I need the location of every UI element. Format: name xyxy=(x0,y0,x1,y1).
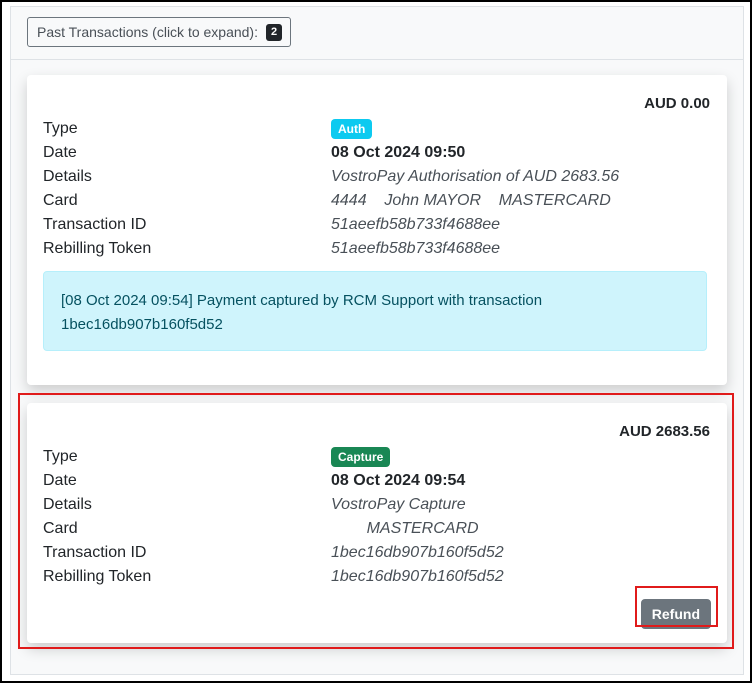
rebilling-token-row: Rebilling Token 51aeefb58b733f4688ee xyxy=(43,237,713,261)
transaction-id-value: 51aeefb58b733f4688ee xyxy=(331,216,501,233)
card-value: 4444 John MAYOR MASTERCARD xyxy=(331,192,611,209)
date-row: Date 08 Oct 2024 09:54 xyxy=(43,469,713,493)
transaction-amount: AUD 2683.56 xyxy=(619,423,710,440)
transaction-card-capture: AUD 2683.56 Type Capture Date 08 Oct 202… xyxy=(27,403,727,643)
type-row: Type Capture xyxy=(43,445,713,469)
type-badge: Capture xyxy=(331,446,391,467)
type-label: Type xyxy=(43,120,78,137)
transaction-amount: AUD 0.00 xyxy=(644,95,710,112)
transaction-count-badge: 2 xyxy=(266,23,283,41)
transaction-id-row: Transaction ID 1bec16db907b160f5d52 xyxy=(43,541,713,565)
card-label: Card xyxy=(43,520,78,537)
details-value: VostroPay Authorisation of AUD 2683.56 xyxy=(331,168,620,185)
card-row: Card MASTERCARD xyxy=(43,517,713,541)
date-value: 08 Oct 2024 09:54 xyxy=(331,472,466,489)
details-row: Details VostroPay Capture xyxy=(43,493,713,517)
rebilling-token-label: Rebilling Token xyxy=(43,240,152,257)
details-label: Details xyxy=(43,496,92,513)
refund-button[interactable]: Refund xyxy=(640,599,711,629)
transaction-id-label: Transaction ID xyxy=(43,544,147,561)
past-transactions-label: Past Transactions (click to expand): xyxy=(37,24,258,40)
details-value: VostroPay Capture xyxy=(331,496,466,513)
date-value: 08 Oct 2024 09:50 xyxy=(331,144,466,161)
details-row: Details VostroPay Authorisation of AUD 2… xyxy=(43,165,713,189)
card-value: MASTERCARD xyxy=(331,520,479,537)
capture-note-line1: [08 Oct 2024 09:54] Payment captured by … xyxy=(61,292,543,309)
type-badge: Auth xyxy=(331,118,373,139)
window-frame: Past Transactions (click to expand): 2 A… xyxy=(0,0,752,683)
transaction-id-value: 1bec16db907b160f5d52 xyxy=(331,544,504,561)
card-row: Card 4444 John MAYOR MASTERCARD xyxy=(43,189,713,213)
type-label: Type xyxy=(43,448,78,465)
capture-note-alert: [08 Oct 2024 09:54] Payment captured by … xyxy=(43,271,707,351)
card-label: Card xyxy=(43,192,78,209)
transaction-card-auth: AUD 0.00 Type Auth Date 08 Oct 2024 09:5… xyxy=(27,75,727,385)
transaction-id-row: Transaction ID 51aeefb58b733f4688ee xyxy=(43,213,713,237)
date-row: Date 08 Oct 2024 09:50 xyxy=(43,141,713,165)
capture-note-line2: 1bec16db907b160f5d52 xyxy=(61,316,223,333)
transactions-panel: Past Transactions (click to expand): 2 A… xyxy=(10,6,744,675)
date-label: Date xyxy=(43,144,77,161)
rebilling-token-row: Rebilling Token 1bec16db907b160f5d52 xyxy=(43,565,713,589)
panel-header: Past Transactions (click to expand): 2 xyxy=(11,7,743,60)
rebilling-token-value: 1bec16db907b160f5d52 xyxy=(331,568,504,585)
rebilling-token-label: Rebilling Token xyxy=(43,568,152,585)
rebilling-token-value: 51aeefb58b733f4688ee xyxy=(331,240,501,257)
date-label: Date xyxy=(43,472,77,489)
type-row: Type Auth xyxy=(43,117,713,141)
details-label: Details xyxy=(43,168,92,185)
past-transactions-toggle[interactable]: Past Transactions (click to expand): 2 xyxy=(27,17,292,47)
transaction-id-label: Transaction ID xyxy=(43,216,147,233)
